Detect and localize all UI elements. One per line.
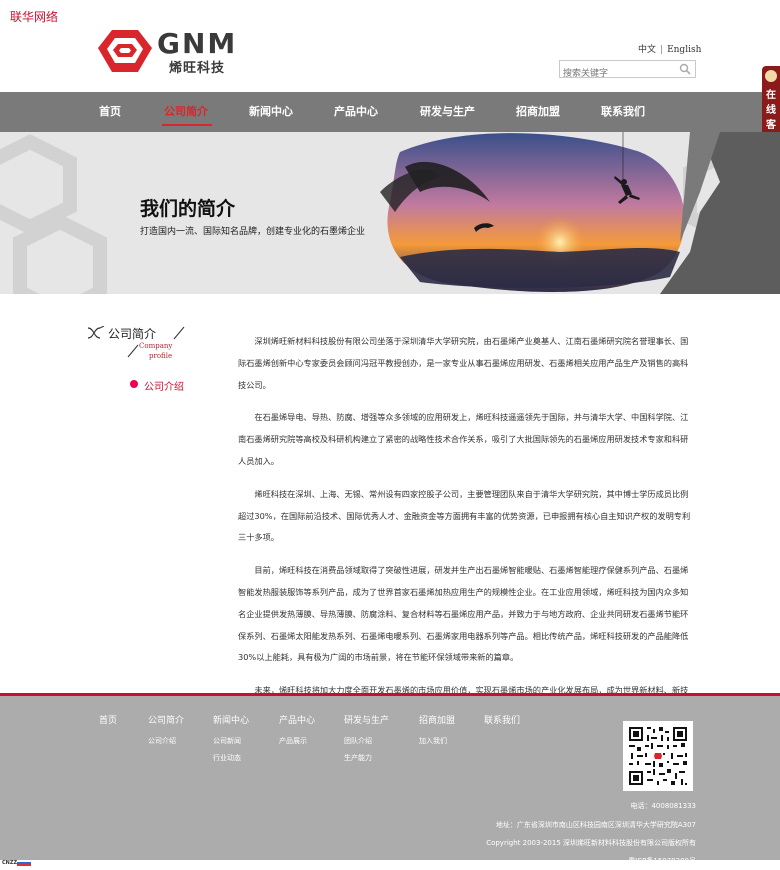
article-paragraph: 深圳烯旺新材料科技股份有限公司坐落于深圳清华大学研究院，由石墨烯产业奠基人、江南… [238, 336, 689, 390]
sidebar-item-company-intro[interactable]: 公司介绍 [130, 378, 184, 393]
analytics-badge[interactable]: CNZZ [2, 860, 17, 866]
footer-link[interactable]: 公司新闻 [213, 733, 249, 750]
footer-column: 联系我们 [484, 713, 520, 733]
footer-heading[interactable]: 产品中心 [279, 713, 315, 726]
lang-divider: | [660, 45, 664, 55]
footer-heading[interactable]: 招商加盟 [419, 713, 455, 726]
search-box [559, 60, 696, 82]
sidebar-subtitle-en: Company [139, 342, 173, 350]
nav-item-products[interactable]: 产品中心 [334, 92, 378, 132]
sidebar-subtitle-en: profile [149, 352, 173, 360]
chat-icon [765, 70, 777, 82]
analytics-badge-icon [17, 862, 31, 866]
footer-column: 首页 [99, 713, 117, 733]
slash-ornament-icon [127, 344, 139, 358]
footer-link[interactable]: 公司介绍 [148, 733, 184, 750]
banner-title: 我们的简介 [140, 198, 236, 220]
footer-phone: 电话：4008081333 [630, 802, 696, 810]
footer-link[interactable]: 团队介绍 [344, 733, 389, 750]
nav-item-franchise[interactable]: 招商加盟 [516, 92, 560, 132]
article-paragraph: 在石墨烯导电、导热、防腐、增强等众多领域的应用研发上，烯旺科技遥遥领先于国际，并… [238, 412, 689, 466]
section-ornament-icon [87, 326, 105, 339]
search-input[interactable] [560, 66, 675, 82]
footer-link[interactable]: 加入我们 [419, 733, 455, 750]
footer-link[interactable]: 产品展示 [279, 733, 315, 750]
sidebar-item-label: 公司介绍 [144, 382, 184, 393]
nav-item-contact[interactable]: 联系我们 [601, 92, 645, 132]
footer-address: 地址：广东省深圳市南山区科技园南区深圳清华大学研究院A307 [495, 821, 696, 829]
nav-item-home[interactable]: 首页 [99, 92, 121, 132]
footer-column: 公司简介 公司介绍 [148, 713, 184, 750]
site-header: GNM 烯旺科技 中文 | English [0, 0, 780, 92]
nav-active-underline [162, 124, 212, 126]
footer-heading[interactable]: 公司简介 [148, 713, 184, 726]
search-icon[interactable] [679, 63, 691, 75]
logo-subtitle: 烯旺科技 [169, 61, 226, 76]
sidebar-title: 公司简介 [108, 327, 157, 341]
footer-column: 产品中心 产品展示 [279, 713, 315, 750]
footer-link[interactable]: 生产能力 [344, 750, 389, 767]
banner-subtitle: 打造国内一流、国际知名品牌，创建专业化的石墨烯企业 [140, 227, 366, 237]
bullet-icon [130, 380, 138, 388]
company-logo[interactable]: GNM 烯旺科技 [96, 26, 246, 76]
lang-en-link[interactable]: English [667, 45, 701, 55]
sidebar-heading: 公司简介 Company profile [86, 322, 196, 372]
footer-heading[interactable]: 新闻中心 [213, 713, 249, 726]
page-banner: 我们的简介 打造国内一流、国际知名品牌，创建专业化的石墨烯企业 [0, 132, 780, 294]
footer-link[interactable]: 行业动态 [213, 750, 249, 767]
bottom-bar [0, 860, 780, 870]
footer-copyright: Copyright 2003-2015 深圳烯旺新材料科技股份有限公司版权所有 [486, 839, 696, 847]
footer-column: 招商加盟 加入我们 [419, 713, 455, 750]
qr-code-icon [627, 725, 689, 787]
logo-mark-icon [98, 30, 152, 72]
site-footer: 首页 公司简介 公司介绍 新闻中心 公司新闻 行业动态 产品中心 产品展示 研发… [0, 696, 780, 865]
article-paragraph: 目前，烯旺科技在消费品领域取得了突破性进展，研发并生产出石墨烯智能暖贴、石墨烯智… [238, 565, 689, 663]
nav-item-rnd[interactable]: 研发与生产 [420, 92, 475, 132]
nav-item-about[interactable]: 公司简介 [164, 92, 208, 132]
banner-artwork [0, 132, 780, 294]
company-profile-article: 深圳烯旺新材料科技股份有限公司坐落于深圳清华大学研究院，由石墨烯产业奠基人、江南… [238, 331, 693, 735]
footer-heading[interactable]: 研发与生产 [344, 713, 389, 726]
footer-heading[interactable]: 首页 [99, 713, 117, 726]
lang-cn-link[interactable]: 中文 [638, 45, 656, 55]
qr-code [623, 721, 693, 791]
language-switcher: 中文 | English [638, 42, 701, 55]
footer-column: 研发与生产 团队介绍 生产能力 [344, 713, 389, 767]
slash-ornament-icon [173, 326, 185, 340]
footer-heading[interactable]: 联系我们 [484, 713, 520, 726]
footer-column: 新闻中心 公司新闻 行业动态 [213, 713, 249, 767]
main-nav: 首页 公司简介 新闻中心 产品中心 研发与生产 招商加盟 联系我们 [0, 92, 780, 132]
article-paragraph: 烯旺科技在深圳、上海、无锡、常州设有四家控股子公司，主要管理团队来自于清华大学研… [238, 488, 691, 543]
logo-wordmark: GNM [157, 27, 238, 60]
nav-item-news[interactable]: 新闻中心 [249, 92, 293, 132]
